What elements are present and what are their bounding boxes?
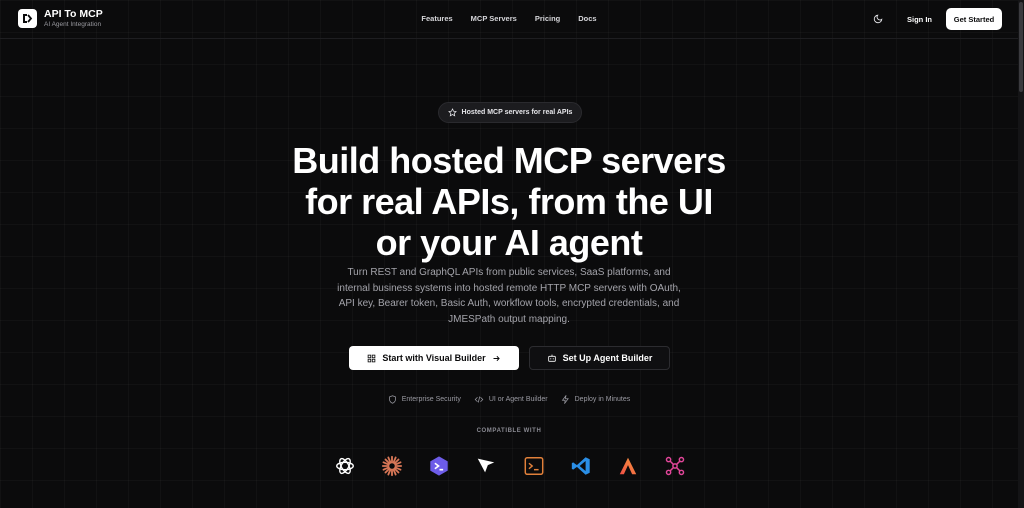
nav-link-features[interactable]: Features	[421, 14, 452, 23]
setup-agent-builder-label: Set Up Agent Builder	[562, 353, 653, 363]
network-nodes-icon	[663, 454, 687, 478]
grid-icon	[368, 354, 376, 362]
hero-title-line-2: for real APIs, from the UI	[305, 181, 713, 222]
scrollbar-thumb[interactable]	[1019, 2, 1023, 92]
page-scrollbar[interactable]	[1018, 0, 1024, 508]
start-visual-builder-button[interactable]: Start with Visual Builder	[349, 346, 519, 370]
arrow-right-icon	[493, 355, 500, 361]
shield-icon	[388, 395, 396, 404]
hero-title-line-3: or your AI agent	[375, 222, 643, 263]
prompt-terminal-icon	[427, 454, 451, 478]
nav-link-pricing[interactable]: Pricing	[535, 14, 560, 23]
code-icon	[474, 396, 484, 403]
claude-icon	[380, 454, 404, 478]
compatible-integrations	[333, 454, 687, 478]
hero-title-line-1: Build hosted MCP servers	[292, 140, 726, 181]
feature-ui-or-agent-builder-label: UI or Agent Builder	[488, 396, 548, 403]
windsurf-icon	[616, 454, 640, 478]
feature-deploy-in-minutes-label: Deploy in Minutes	[574, 396, 631, 403]
feature-enterprise-security: Enterprise Security	[388, 395, 461, 404]
hero-badge-text: Hosted MCP servers for real APIs	[461, 109, 573, 116]
top-navbar: API To MCP AI Agent Integration Features…	[0, 0, 1018, 39]
openai-icon	[333, 454, 357, 478]
moon-icon	[873, 14, 883, 24]
theme-toggle-button[interactable]	[869, 10, 887, 28]
nav-link-mcp-servers[interactable]: MCP Servers	[471, 14, 517, 23]
star-icon	[447, 108, 457, 117]
nav-link-docs[interactable]: Docs	[578, 14, 596, 23]
feature-enterprise-security-label: Enterprise Security	[401, 396, 461, 403]
lightning-icon	[561, 395, 569, 404]
hero-description: Turn REST and GraphQL APIs from public s…	[337, 267, 681, 325]
sign-in-link[interactable]: Sign In	[907, 15, 932, 24]
compatible-with-label: COMPATIBLE WITH	[476, 428, 542, 434]
terminal-icon	[522, 454, 546, 478]
vscode-icon	[569, 454, 593, 478]
main-nav: Features MCP Servers Pricing Docs	[0, 14, 1018, 23]
start-visual-builder-label: Start with Visual Builder	[382, 353, 486, 363]
feature-highlights: Enterprise Security UI or Agent Builder …	[0, 395, 1018, 404]
get-started-button[interactable]: Get Started	[946, 8, 1002, 30]
feature-deploy-in-minutes: Deploy in Minutes	[561, 395, 631, 404]
setup-agent-builder-button[interactable]: Set Up Agent Builder	[529, 346, 670, 370]
cursor-icon	[474, 454, 498, 478]
hero-title: Build hosted MCP servers for real APIs, …	[0, 140, 1018, 263]
feature-ui-or-agent-builder: UI or Agent Builder	[474, 395, 548, 404]
robot-icon	[547, 354, 556, 362]
hero-badge: Hosted MCP servers for real APIs	[438, 102, 582, 123]
